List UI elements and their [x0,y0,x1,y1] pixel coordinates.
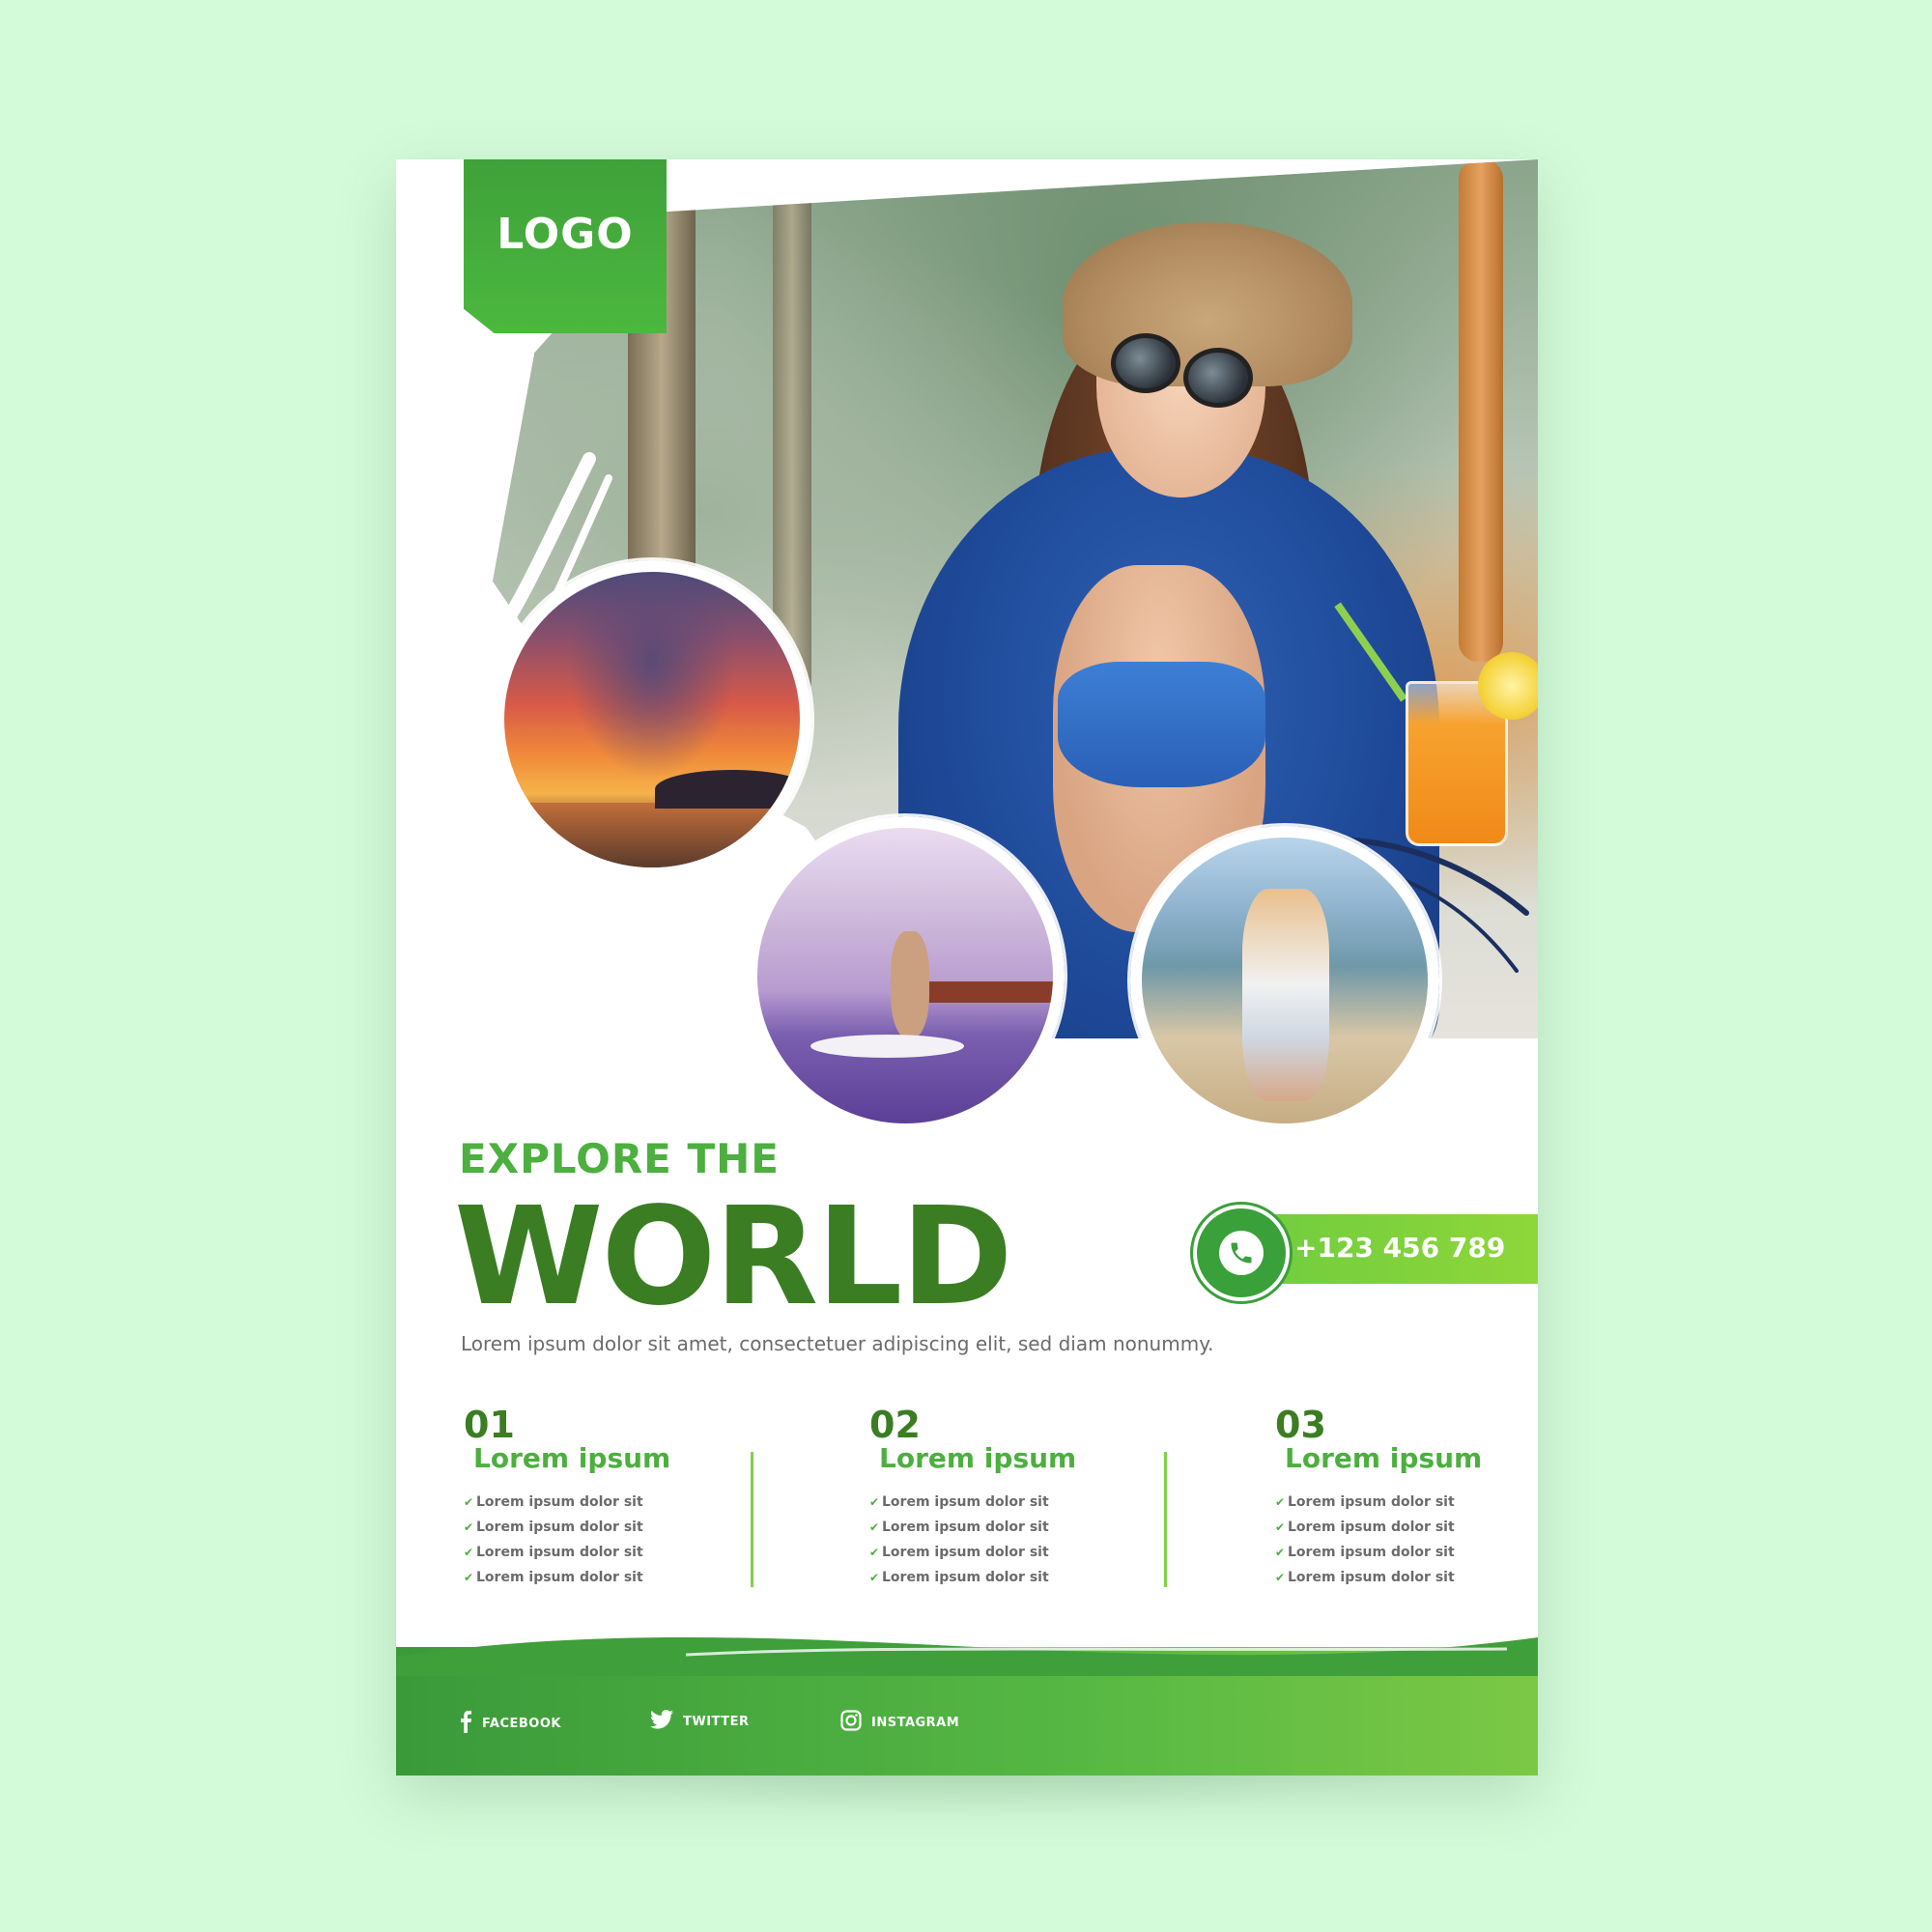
footer-wave [396,1637,1538,1676]
phone-number[interactable]: +123 456 789 [1294,1232,1505,1264]
check-icon: ✔ [464,1571,474,1584]
column-list: ✔ Lorem ipsum dolor sit ✔ Lorem ipsum dolo… [869,1490,1140,1590]
social-label: TWITTER [683,1714,750,1729]
list-item: ✔ Lorem ipsum dolor sit [869,1545,1049,1560]
couple-beach-photo [1130,826,1439,1135]
list-item: ✔ Lorem ipsum dolor sit [464,1520,643,1535]
social-label: INSTAGRAM [871,1715,960,1730]
headline-kicker: EXPLORE THE [459,1135,780,1182]
check-icon: ✔ [869,1520,880,1534]
logo-text: LOGO [497,210,634,259]
social-twitter[interactable]: TWITTER [650,1710,749,1733]
column-list: ✔ Lorem ipsum dolor sit ✔ Lorem ipsum dolo… [1275,1490,1538,1590]
list-item: ✔ Lorem ipsum dolor sit [464,1570,643,1585]
check-icon: ✔ [464,1495,474,1509]
check-icon: ✔ [464,1520,474,1534]
list-item: ✔ Lorem ipsum dolor sit [869,1494,1049,1510]
check-icon: ✔ [464,1546,474,1559]
instagram-icon [840,1710,862,1735]
travel-flyer: LOGO EXPLORE THE WORLD Lorem ipsum dolor… [396,159,1538,1776]
palm-trunk [773,159,811,700]
check-icon: ✔ [1275,1571,1286,1584]
check-icon: ✔ [869,1546,880,1559]
sunglasses-lens [1111,333,1180,393]
social-label: FACEBOOK [482,1716,561,1731]
check-icon: ✔ [869,1571,880,1584]
sunset-sea [504,802,800,867]
twitter-icon [650,1710,673,1733]
paddleboard-photo [746,816,1065,1135]
woman-swimsuit [1058,662,1265,787]
column-number: 03 [1275,1404,1326,1446]
check-icon: ✔ [1275,1520,1286,1534]
column-divider [1164,1452,1167,1587]
lemon-slice [1478,652,1538,720]
list-item: ✔ Lorem ipsum dolor sit [1275,1494,1455,1510]
column-title: Lorem ipsum [473,1442,671,1474]
column-list: ✔ Lorem ipsum dolor sit ✔ Lorem ipsum dolo… [464,1490,734,1590]
tagline: Lorem ipsum dolor sit amet, consectetuer… [461,1332,1214,1355]
headline-main: WORLD [454,1179,1013,1336]
palm-trunk [1459,159,1503,662]
list-item: ✔ Lorem ipsum dolor sit [869,1520,1049,1535]
couple-piggyback [1241,889,1329,1102]
phone-button[interactable] [1193,1205,1290,1301]
column-title: Lorem ipsum [879,1442,1077,1474]
feature-column-2: 02 Lorem ipsum ✔ Lorem ipsum dolor sit ✔ L… [869,1406,1140,1590]
list-item: ✔ Lorem ipsum dolor sit [1275,1520,1455,1535]
phone-icon [1219,1231,1264,1275]
list-item: ✔ Lorem ipsum dolor sit [464,1545,643,1560]
feature-column-3: 03 Lorem ipsum ✔ Lorem ipsum dolor sit ✔ L… [1275,1406,1538,1590]
check-icon: ✔ [1275,1546,1286,1559]
shoreline-trees [920,981,1053,1004]
feature-column-1: 01 Lorem ipsum ✔ Lorem ipsum dolor sit ✔ L… [464,1406,734,1590]
check-icon: ✔ [1275,1495,1286,1509]
column-title: Lorem ipsum [1285,1442,1483,1474]
paddleboard [810,1035,965,1059]
social-facebook[interactable]: FACEBOOK [459,1710,561,1737]
sunset-photo [493,560,811,879]
list-item: ✔ Lorem ipsum dolor sit [464,1494,643,1510]
check-icon: ✔ [869,1495,880,1509]
sunset-hill [655,769,800,809]
social-instagram[interactable]: INSTAGRAM [840,1710,959,1735]
column-number: 01 [464,1404,515,1446]
list-item: ✔ Lorem ipsum dolor sit [1275,1570,1455,1585]
facebook-icon [459,1710,472,1737]
list-item: ✔ Lorem ipsum dolor sit [869,1570,1049,1585]
column-number: 02 [869,1404,921,1446]
logo-ribbon[interactable]: LOGO [464,159,667,333]
column-divider [751,1452,753,1587]
sunglasses-lens [1183,348,1253,408]
woman-on-board [890,931,929,1038]
list-item: ✔ Lorem ipsum dolor sit [1275,1545,1455,1560]
